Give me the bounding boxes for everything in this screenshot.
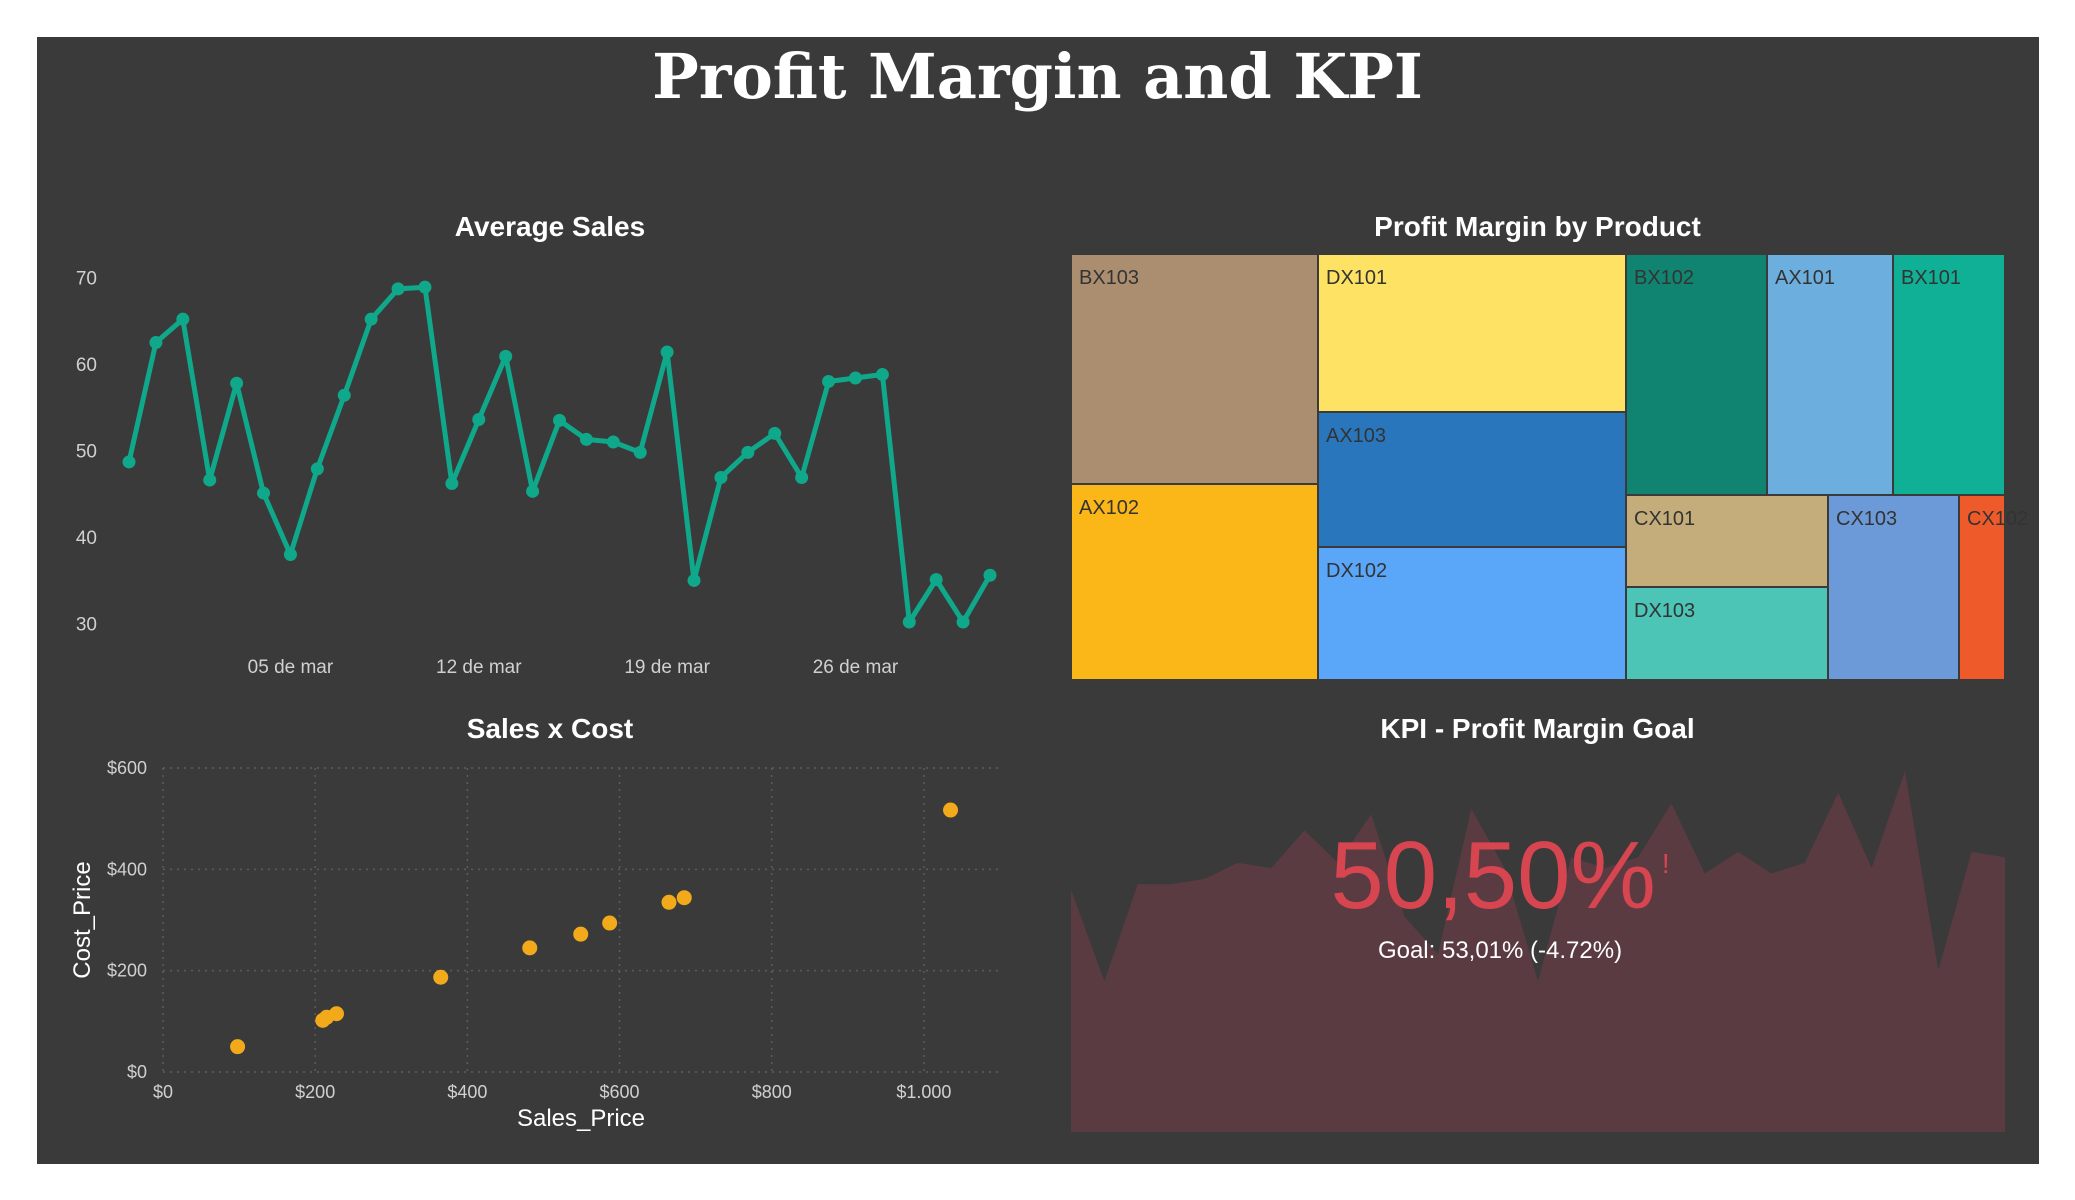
kpi-value-text: 50,50% xyxy=(1330,822,1656,929)
kpi-value: 50,50%! xyxy=(1000,828,2000,924)
warning-icon: ! xyxy=(1661,848,1670,879)
kpi-trend-area xyxy=(1071,771,2005,1132)
kpi-goal-text: Goal: 53,01% (-4.72%) xyxy=(1377,937,1623,964)
